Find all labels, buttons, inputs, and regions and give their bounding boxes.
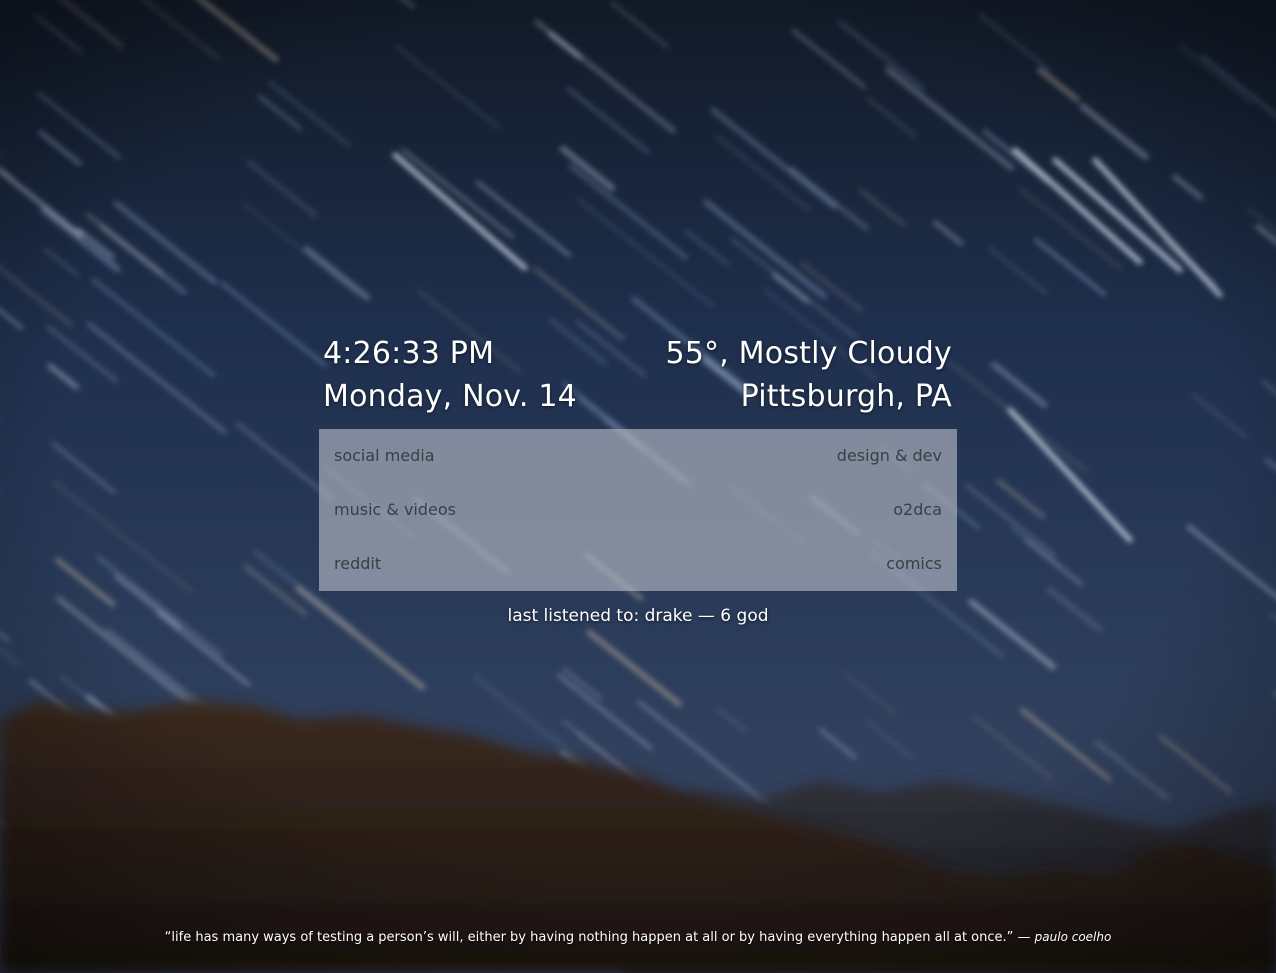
last-listened: last listened to: drake — 6 god <box>507 606 769 626</box>
quote-separator: — <box>1017 930 1031 945</box>
weather-location: Pittsburgh, PA <box>740 379 952 414</box>
clock-widget: 4:26:33 PM Monday, Nov. 14 <box>323 332 577 418</box>
weather-widget: 55°, Mostly Cloudy Pittsburgh, PA <box>665 332 952 418</box>
bookmark-row: reddit comics <box>334 537 942 591</box>
quote-text: “life has many ways of testing a person’… <box>164 930 1014 945</box>
link-design-dev[interactable]: design & dev <box>837 429 942 483</box>
bookmark-row: music & videos o2dca <box>334 483 942 537</box>
quote-footer: “life has many ways of testing a person’… <box>0 930 1276 945</box>
link-o2dca[interactable]: o2dca <box>893 483 942 537</box>
link-music-videos[interactable]: music & videos <box>334 483 456 537</box>
weather-conditions: 55°, Mostly Cloudy <box>665 336 952 371</box>
quote-author: paulo coelho <box>1034 930 1112 944</box>
bookmark-row: social media design & dev <box>334 429 942 483</box>
link-social-media[interactable]: social media <box>334 429 435 483</box>
current-date: Monday, Nov. 14 <box>323 379 577 414</box>
bookmark-panel: social media design & dev music & videos… <box>319 429 957 591</box>
link-comics[interactable]: comics <box>886 537 942 591</box>
current-time: 4:26:33 PM <box>323 336 495 371</box>
link-reddit[interactable]: reddit <box>334 537 381 591</box>
